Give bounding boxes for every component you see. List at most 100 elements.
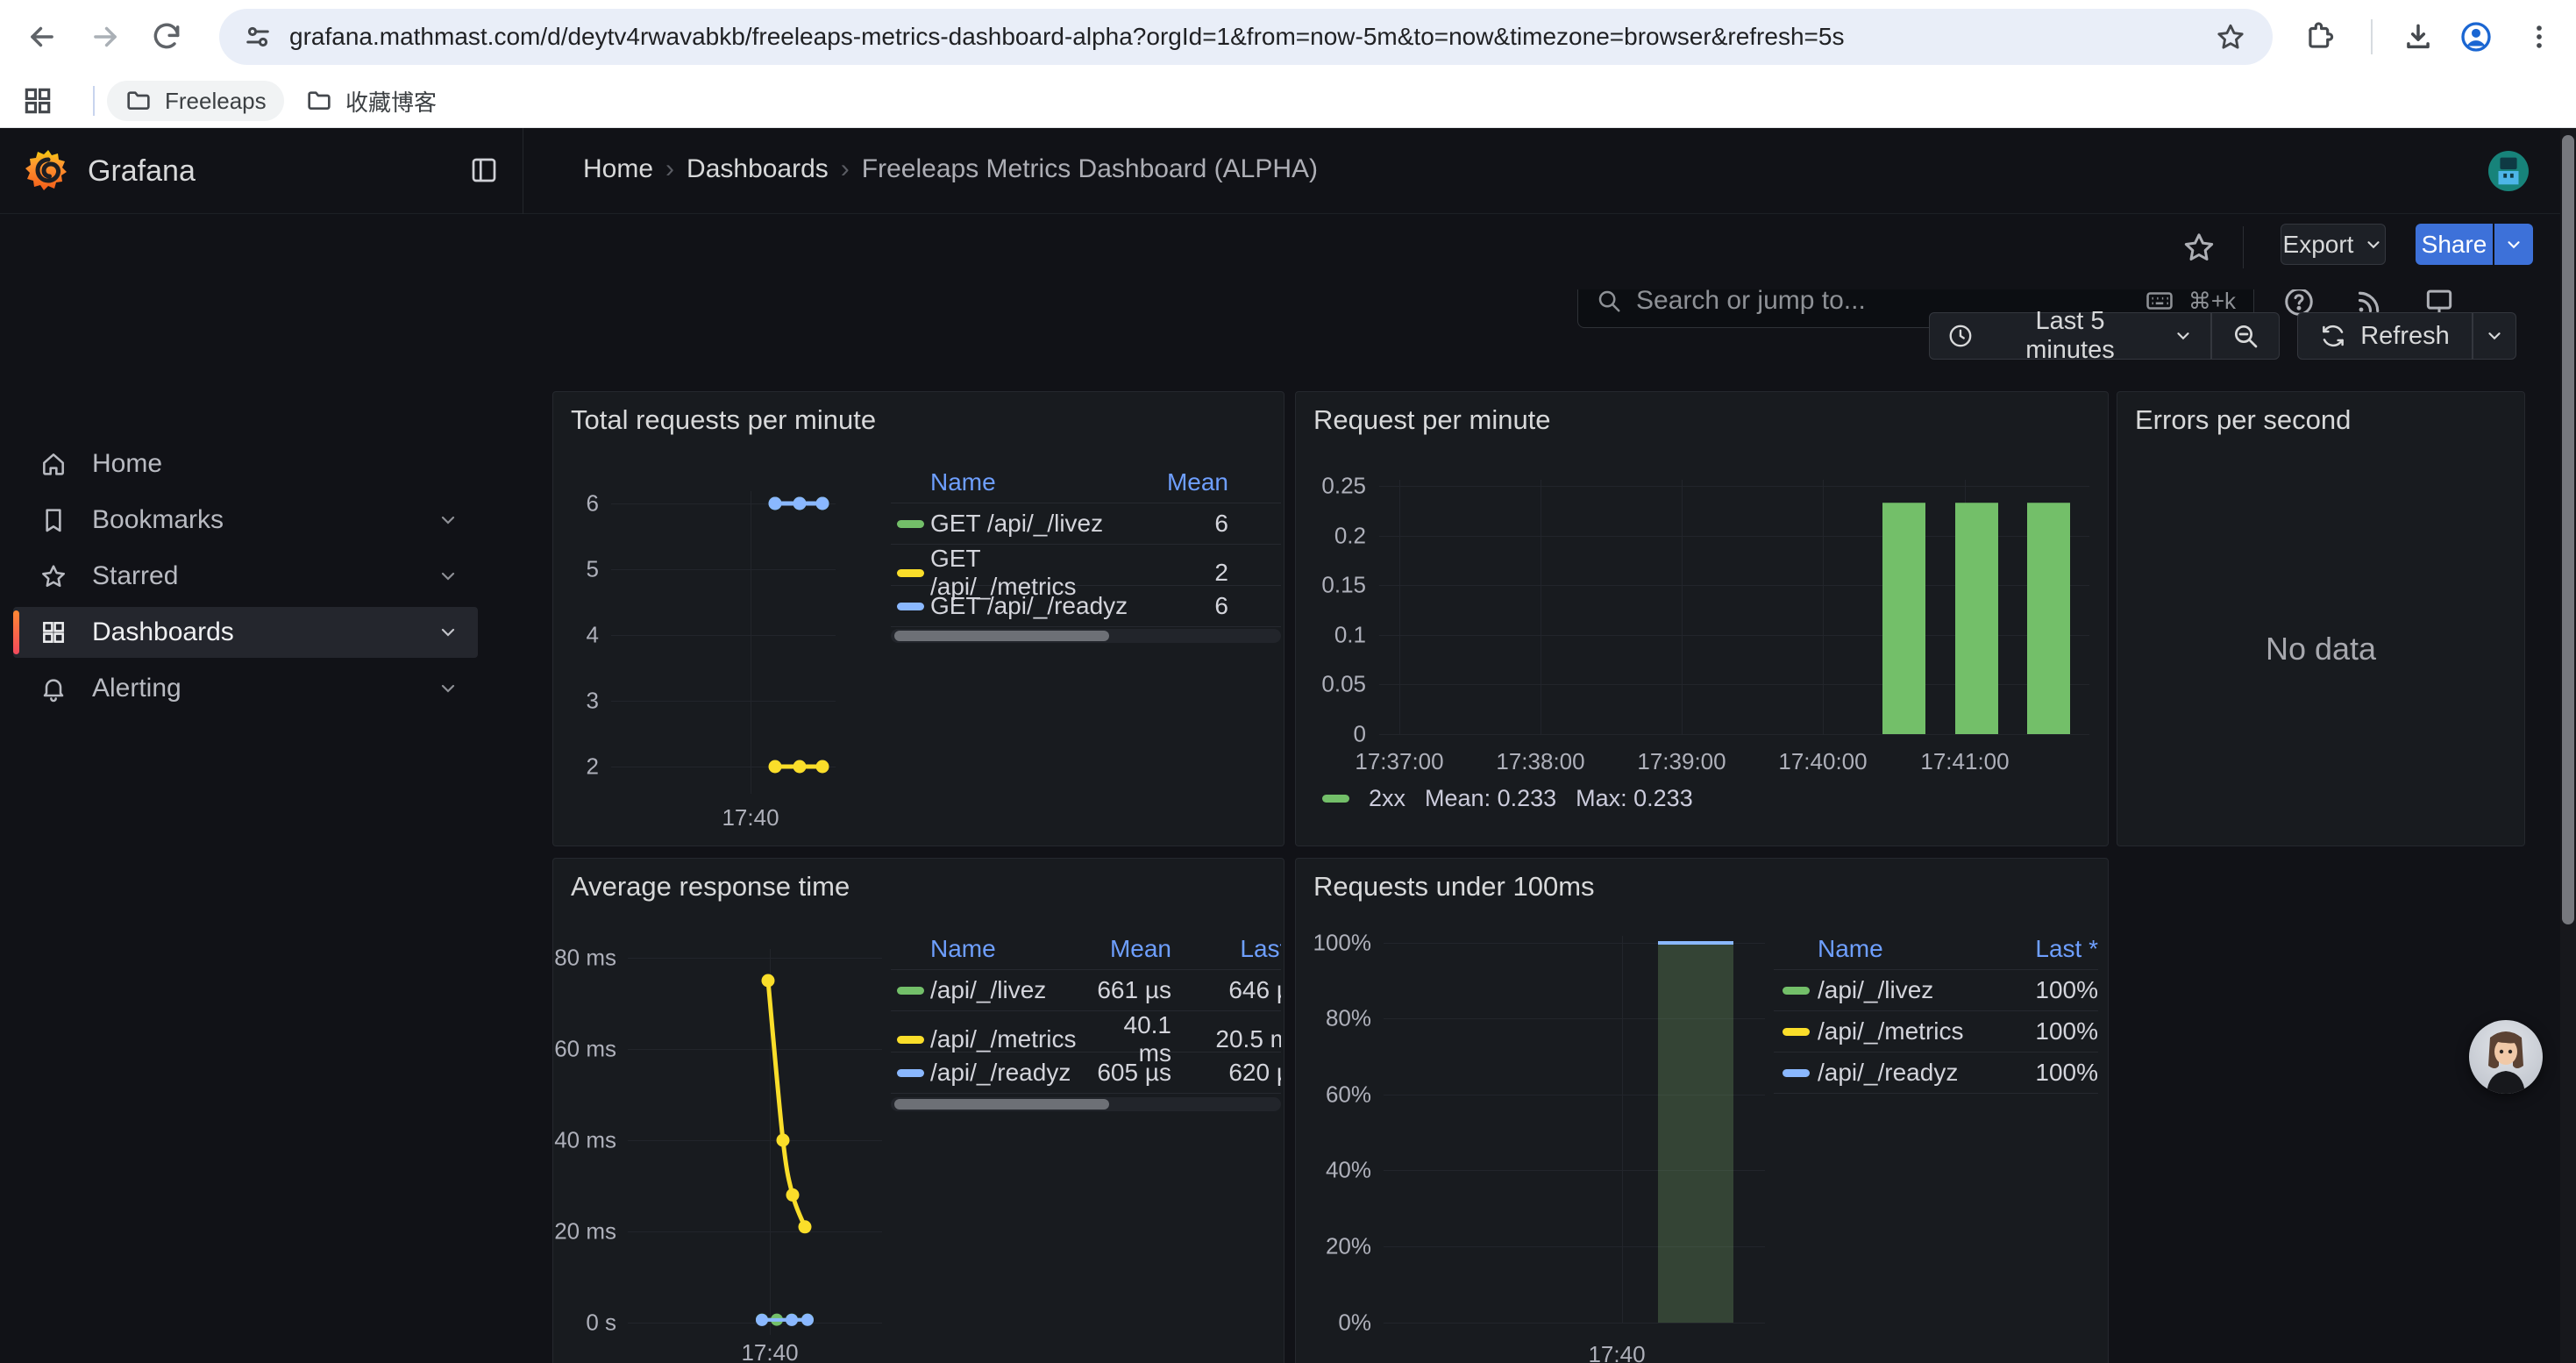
refresh-button[interactable]: Refresh (2297, 312, 2473, 360)
legend[interactable]: 2xx Mean: 0.233 Max: 0.233 (1322, 785, 1693, 812)
legend-row[interactable]: /api/_/metrics 100% (1774, 1011, 2098, 1053)
series-swatch (1783, 1069, 1810, 1077)
chevron-down-icon[interactable] (438, 622, 459, 643)
refresh-interval-button[interactable] (2473, 312, 2516, 360)
browser-toolbar: grafana.mathmast.com/d/deytv4rwavabkb/fr… (0, 0, 2576, 74)
panel-errors-per-second: Errors per second No data (2117, 391, 2525, 846)
zoom-out-button[interactable] (2211, 312, 2280, 360)
apps-grid-icon[interactable] (21, 84, 54, 118)
chevron-down-icon[interactable] (438, 678, 459, 699)
refresh-icon (2320, 323, 2346, 349)
export-label: Export (2283, 231, 2354, 259)
screen: grafana.mathmast.com/d/deytv4rwavabkb/fr… (0, 0, 2576, 1363)
col-last[interactable]: Last * (2002, 935, 2098, 963)
breadcrumb-home[interactable]: Home (583, 154, 653, 184)
sidebar-item-dashboards[interactable]: Dashboards (13, 607, 478, 658)
panel-total-requests-per-minute: Total requests per minute 6 5 4 3 2 17:4… (552, 391, 1284, 846)
favorite-star-icon[interactable] (2181, 230, 2217, 265)
time-range-label: Last 5 minutes (1988, 307, 2153, 365)
series-swatch (1783, 1028, 1810, 1036)
legend-scrollbar[interactable] (891, 1097, 1281, 1111)
bookmark-label: 收藏博客 (345, 85, 437, 118)
col-name[interactable]: Name (930, 935, 1088, 963)
page-scrollbar (2560, 128, 2576, 1363)
address-bar[interactable]: grafana.mathmast.com/d/deytv4rwavabkb/fr… (219, 9, 2273, 65)
bookmark-folder-freeleaps[interactable]: Freeleaps (107, 81, 284, 121)
legend-row[interactable]: /api/_/livez 661 µs 646 µs (891, 970, 1281, 1011)
bookmark-star-icon[interactable] (2215, 21, 2246, 53)
col-name[interactable]: Name (1818, 935, 2002, 963)
series-swatch (897, 520, 924, 528)
series-name: /api/_/readyz (930, 1059, 1088, 1087)
downloads-icon[interactable] (2399, 18, 2437, 56)
back-icon[interactable] (23, 18, 61, 56)
time-controls-bar: Last 5 minutes Refresh (523, 289, 2560, 386)
breadcrumb-dashboards[interactable]: Dashboards (687, 154, 829, 184)
grafana-brand[interactable]: Grafana (88, 154, 196, 189)
chevron-down-icon[interactable] (438, 510, 459, 531)
user-avatar[interactable] (2488, 151, 2529, 191)
export-button[interactable]: Export (2281, 224, 2386, 265)
chevron-down-icon (2485, 326, 2504, 346)
share-button[interactable]: Share (2416, 224, 2493, 265)
legend-row[interactable]: /api/_/metrics 40.1 ms 20.5 ms (891, 1011, 1281, 1053)
bookmark-folder-blogs[interactable]: 收藏博客 (288, 81, 454, 121)
grafana-logo-icon[interactable] (25, 147, 72, 195)
forward-icon[interactable] (86, 18, 125, 56)
series-last: 20.5 ms (1171, 1025, 1281, 1053)
share-label: Share (2422, 231, 2487, 259)
series-swatch (897, 603, 924, 610)
profile-icon[interactable] (2457, 18, 2495, 56)
series-swatch (897, 569, 924, 577)
series-last: 100% (2002, 1017, 2098, 1045)
browser-menu-icon[interactable] (2520, 18, 2558, 56)
panel-average-response-time: Average response time 80 ms 60 ms 40 ms … (552, 858, 1284, 1363)
sidebar-item-label: Alerting (92, 674, 181, 703)
series-mean: 661 µs (1088, 976, 1171, 1004)
series-swatch (897, 1036, 924, 1044)
series-mean: 2 (1130, 559, 1228, 587)
sidebar-item-label: Dashboards (92, 617, 234, 647)
legend-row[interactable]: GET /api/_/livez 6 (891, 503, 1281, 545)
refresh-label: Refresh (2360, 322, 2450, 351)
sidebar-item-bookmarks[interactable]: Bookmarks (13, 495, 478, 546)
scrollbar-thumb[interactable] (2562, 135, 2574, 924)
extensions-icon[interactable] (2301, 18, 2339, 56)
series-swatch (1322, 795, 1349, 803)
bookmark-icon (39, 506, 68, 534)
breadcrumb-separator: › (665, 154, 674, 184)
col-mean[interactable]: Mean (1130, 468, 1228, 496)
sidebar-item-home[interactable]: Home (13, 439, 478, 489)
sidebar-item-label: Home (92, 449, 162, 479)
share-menu-button[interactable] (2494, 224, 2533, 265)
legend-row[interactable]: /api/_/livez 100% (1774, 970, 2098, 1011)
site-settings-icon[interactable] (242, 21, 274, 53)
series-name: GET /api/_/readyz (930, 592, 1130, 620)
chevron-down-icon (2504, 235, 2523, 254)
series-swatch (897, 1069, 924, 1077)
series-last: 100% (2002, 976, 2098, 1004)
legend-row[interactable]: /api/_/readyz 100% (1774, 1053, 2098, 1094)
breadcrumb-separator: › (841, 154, 850, 184)
sidebar-toggle-icon[interactable] (468, 154, 500, 186)
chevron-down-icon[interactable] (438, 566, 459, 587)
assistant-avatar-widget[interactable] (2469, 1020, 2543, 1094)
legend-row[interactable]: GET /api/_/metrics 2 (891, 545, 1281, 586)
legend-row[interactable]: /api/_/readyz 605 µs 620 µs (891, 1053, 1281, 1094)
legend-scrollbar[interactable] (891, 629, 1281, 643)
col-name[interactable]: Name (930, 468, 1130, 496)
legend-header-row: NameLast * (1774, 929, 2098, 970)
legend-table: NameMean GET /api/_/livez 6 GET /api/_/m… (891, 462, 1281, 627)
col-last[interactable]: Last * (1171, 935, 1281, 963)
series-mean: 6 (1130, 592, 1228, 620)
dashboards-grid-icon (39, 618, 68, 646)
series-name: /api/_/metrics (1818, 1017, 2002, 1045)
sidebar-item-alerting[interactable]: Alerting (13, 663, 478, 714)
reload-icon[interactable] (147, 18, 186, 56)
legend-row[interactable]: GET /api/_/readyz 6 (891, 586, 1281, 627)
time-range-picker[interactable]: Last 5 minutes (1929, 312, 2211, 360)
sidebar-item-starred[interactable]: Starred (13, 551, 478, 602)
col-mean[interactable]: Mean (1088, 935, 1171, 963)
panel-request-per-minute: Request per minute 0.25 0.2 0.15 0.1 0.0… (1295, 391, 2109, 846)
panel-title[interactable]: Errors per second (2135, 404, 2351, 436)
